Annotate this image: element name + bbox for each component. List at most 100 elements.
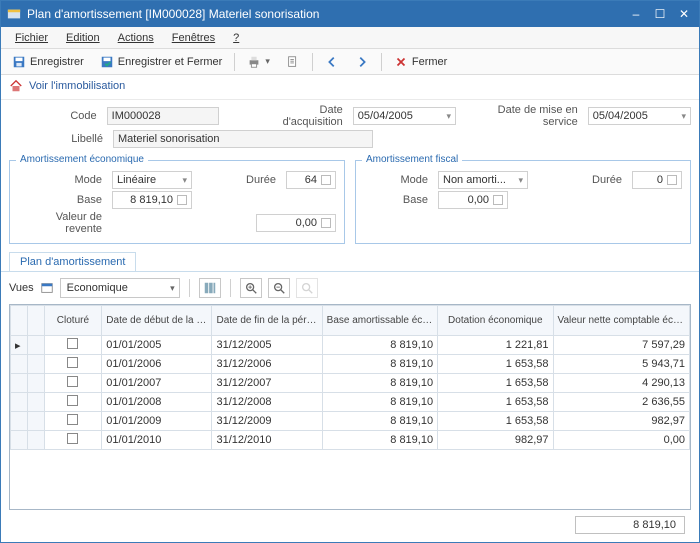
zoom-reset-button[interactable]: [296, 278, 318, 298]
cell-fin: 31/12/2008: [212, 393, 322, 412]
checkbox-icon[interactable]: [67, 414, 78, 425]
close-button[interactable]: Fermer: [387, 52, 454, 72]
window-controls: – ☐ ✕: [627, 6, 693, 22]
back-button[interactable]: [318, 52, 346, 72]
cell-cloture[interactable]: [44, 393, 102, 412]
menu-fenetres[interactable]: Fenêtres: [164, 30, 223, 46]
eco-mode-select[interactable]: Linéaire▾: [112, 171, 192, 189]
eco-base-field[interactable]: 8 819,10: [112, 191, 192, 209]
date-acq-label: Date d'acquisition: [264, 104, 348, 128]
row-tree: [27, 393, 44, 412]
close-window-button[interactable]: ✕: [675, 6, 693, 22]
table-row[interactable]: 01/01/200931/12/20098 819,101 653,58982,…: [11, 412, 690, 431]
cell-dotation: 1 653,58: [438, 374, 553, 393]
view-asset-link[interactable]: Voir l'immobilisation: [1, 75, 699, 100]
date-service-field[interactable]: 05/04/2005▾: [588, 107, 691, 125]
print-button[interactable]: ▾: [240, 52, 277, 72]
eco-duree-field[interactable]: 64: [286, 171, 336, 189]
col-fin[interactable]: Date de fin de la période ▴: [212, 306, 322, 336]
attach-icon: [286, 55, 300, 69]
columns-button[interactable]: [199, 278, 221, 298]
zoom-in-button[interactable]: [240, 278, 262, 298]
close-label: Fermer: [412, 56, 447, 68]
cell-dotation: 982,97: [438, 431, 553, 450]
date-acq-field[interactable]: 05/04/2005▾: [353, 107, 456, 125]
checkbox-icon[interactable]: [67, 395, 78, 406]
vues-select[interactable]: Economique▾: [60, 278, 180, 298]
fiscal-duree-field[interactable]: 0: [632, 171, 682, 189]
table-row[interactable]: ▸01/01/200531/12/20058 819,101 221,817 5…: [11, 336, 690, 355]
forward-button[interactable]: [348, 52, 376, 72]
zoom-out-button[interactable]: [268, 278, 290, 298]
attach-button[interactable]: [279, 52, 307, 72]
cell-cloture[interactable]: [44, 412, 102, 431]
checkbox-icon[interactable]: [67, 433, 78, 444]
menu-fichier[interactable]: Fichier: [7, 30, 56, 46]
maximize-button[interactable]: ☐: [651, 6, 669, 22]
save-close-button[interactable]: Enregistrer et Fermer: [93, 52, 230, 72]
view-icon: [40, 281, 54, 295]
eco-mode-label: Mode: [18, 174, 108, 186]
cell-fin: 31/12/2010: [212, 431, 322, 450]
col-debut[interactable]: Date de début de la période ▴: [102, 306, 212, 336]
fiscal-fieldset: Amortissement fiscal Mode Non amorti...▾…: [355, 160, 691, 244]
libelle-label: Libellé: [9, 133, 109, 145]
eco-fieldset: Amortissement économique Mode Linéaire▾ …: [9, 160, 345, 244]
cell-cloture[interactable]: [44, 355, 102, 374]
fiscal-legend: Amortissement fiscal: [362, 154, 462, 165]
zoom-out-icon: [272, 281, 286, 295]
window-title: Plan d'amortissement [IM000028] Materiel…: [27, 7, 627, 21]
cell-fin: 31/12/2005: [212, 336, 322, 355]
row-tree: [27, 412, 44, 431]
columns-icon: [203, 281, 217, 295]
cell-fin: 31/12/2007: [212, 374, 322, 393]
grid-toolbar: Vues Economique▾: [1, 272, 699, 304]
cell-cloture[interactable]: [44, 336, 102, 355]
cell-cloture[interactable]: [44, 374, 102, 393]
menu-help[interactable]: ?: [225, 30, 247, 46]
cell-fin: 31/12/2009: [212, 412, 322, 431]
checkbox-icon[interactable]: [67, 357, 78, 368]
cell-base: 8 819,10: [322, 431, 437, 450]
total-box: 8 819,10: [575, 516, 685, 534]
cell-debut: 01/01/2007: [102, 374, 212, 393]
tab-plan[interactable]: Plan d'amortissement: [9, 252, 136, 271]
col-vnc[interactable]: Valeur nette comptable économique: [553, 306, 689, 336]
col-dotation[interactable]: Dotation économique: [438, 306, 553, 336]
cell-vnc: 2 636,55: [553, 393, 689, 412]
view-asset-label: Voir l'immobilisation: [29, 80, 125, 92]
col-base[interactable]: Base amortissable économique: [322, 306, 437, 336]
checkbox-icon[interactable]: [67, 376, 78, 387]
cell-cloture[interactable]: [44, 431, 102, 450]
window-frame: Plan d'amortissement [IM000028] Materiel…: [0, 0, 700, 543]
cell-dotation: 1 221,81: [438, 336, 553, 355]
row-indicator: [11, 393, 28, 412]
save-button[interactable]: Enregistrer: [5, 52, 91, 72]
row-indicator: [11, 412, 28, 431]
menu-edition[interactable]: Edition: [58, 30, 108, 46]
checkbox-icon[interactable]: [67, 338, 78, 349]
cell-fin: 31/12/2006: [212, 355, 322, 374]
cell-base: 8 819,10: [322, 393, 437, 412]
cell-vnc: 0,00: [553, 431, 689, 450]
cell-base: 8 819,10: [322, 374, 437, 393]
col-cloture[interactable]: Cloturé: [44, 306, 102, 336]
arrow-right-icon: [355, 55, 369, 69]
table-row[interactable]: 01/01/200631/12/20068 819,101 653,585 94…: [11, 355, 690, 374]
fiscal-mode-select[interactable]: Non amorti...▾: [438, 171, 528, 189]
row-indicator: ▸: [11, 336, 28, 355]
table-row[interactable]: 01/01/201031/12/20108 819,10982,970,00: [11, 431, 690, 450]
row-tree: [27, 336, 44, 355]
menubar: Fichier Edition Actions Fenêtres ?: [1, 27, 699, 49]
minimize-button[interactable]: –: [627, 6, 645, 22]
cell-base: 8 819,10: [322, 336, 437, 355]
menu-actions[interactable]: Actions: [110, 30, 162, 46]
table-row[interactable]: 01/01/200731/12/20078 819,101 653,584 29…: [11, 374, 690, 393]
toolbar: Enregistrer Enregistrer et Fermer ▾ Ferm…: [1, 49, 699, 75]
toolbar-separator-1: [234, 53, 235, 71]
fiscal-base-field[interactable]: 0,00: [438, 191, 508, 209]
libelle-field: Materiel sonorisation: [113, 130, 373, 148]
eco-revente-field[interactable]: 0,00: [256, 214, 336, 232]
cell-dotation: 1 653,58: [438, 393, 553, 412]
table-row[interactable]: 01/01/200831/12/20088 819,101 653,582 63…: [11, 393, 690, 412]
